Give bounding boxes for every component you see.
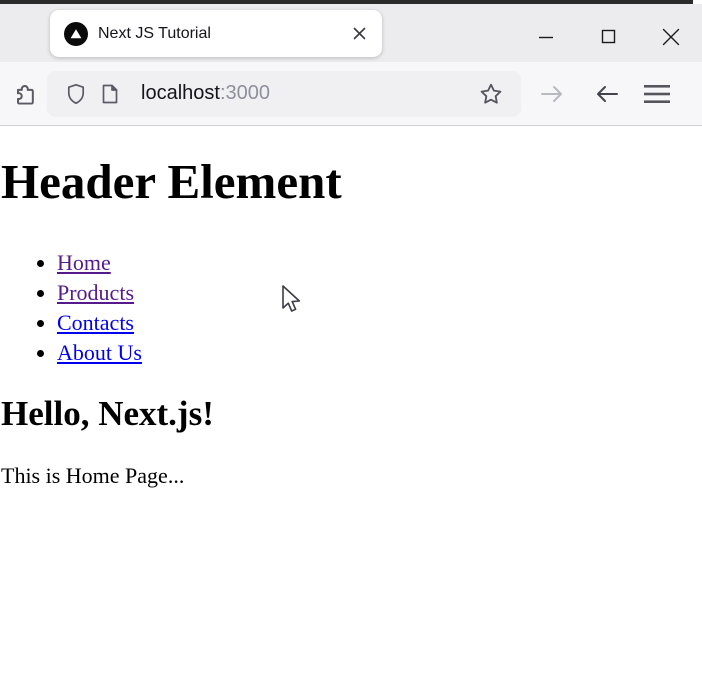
maximize-icon[interactable] bbox=[578, 8, 640, 66]
url-port: :3000 bbox=[219, 82, 270, 104]
nav-link-about-us[interactable]: About Us bbox=[57, 340, 142, 365]
page-info-icon[interactable] bbox=[93, 74, 127, 114]
tab-strip: Next JS Tutorial bbox=[0, 4, 702, 62]
nav-link-list: Home Products Contacts About Us bbox=[0, 248, 142, 368]
nav-list-item: About Us bbox=[57, 338, 142, 368]
url-host: localhost bbox=[141, 82, 220, 104]
extensions-puzzle-icon[interactable] bbox=[3, 70, 47, 118]
page-subheading: Hello, Next.js! bbox=[1, 394, 214, 433]
browser-window: Next JS Tutorial localhost:3000 Header E… bbox=[0, 0, 702, 700]
browser-tab[interactable]: Next JS Tutorial bbox=[50, 10, 382, 57]
minimize-icon[interactable] bbox=[516, 8, 578, 66]
page-title: Header Element bbox=[1, 154, 342, 209]
nav-list-item: Products bbox=[57, 278, 142, 308]
forward-arrow-icon[interactable] bbox=[527, 70, 577, 118]
navigation-toolbar: localhost:3000 bbox=[0, 62, 702, 126]
nav-link-products[interactable]: Products bbox=[57, 280, 134, 305]
tab-close-icon[interactable] bbox=[350, 25, 368, 43]
page-paragraph: This is Home Page... bbox=[1, 463, 185, 488]
url-text: localhost:3000 bbox=[141, 82, 270, 105]
tab-title: Next JS Tutorial bbox=[98, 24, 211, 42]
nav-list-item: Home bbox=[57, 248, 142, 278]
shield-icon[interactable] bbox=[59, 74, 93, 114]
bookmark-star-icon[interactable] bbox=[469, 74, 513, 114]
back-arrow-icon[interactable] bbox=[582, 70, 632, 118]
window-close-icon[interactable] bbox=[640, 8, 702, 66]
hamburger-menu-icon[interactable] bbox=[632, 70, 682, 118]
nav-list-item: Contacts bbox=[57, 308, 142, 338]
nextjs-triangle-icon bbox=[64, 21, 88, 46]
page-content: Header Element Home Products Contacts About… bbox=[0, 127, 702, 700]
nav-link-contacts[interactable]: Contacts bbox=[57, 310, 134, 335]
nav-link-home[interactable]: Home bbox=[57, 250, 111, 275]
window-controls bbox=[516, 8, 702, 66]
address-bar[interactable]: localhost:3000 bbox=[47, 70, 521, 117]
